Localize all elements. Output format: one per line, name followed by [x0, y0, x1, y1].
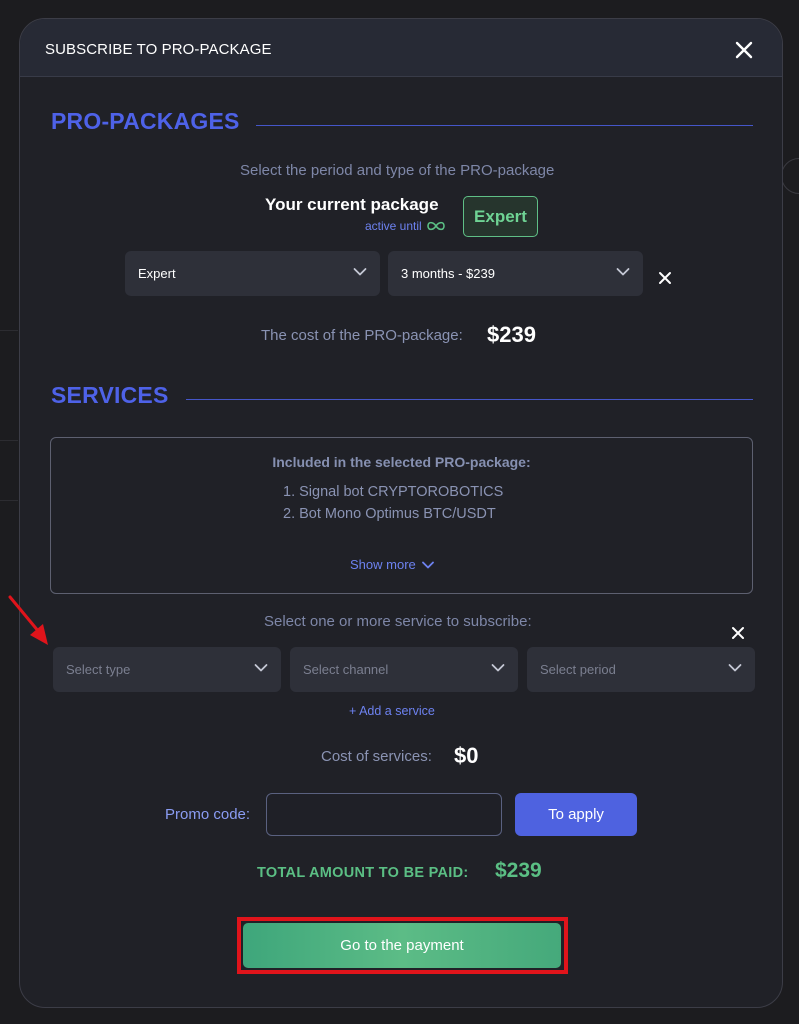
chevron-down-icon — [616, 268, 630, 276]
show-more-link[interactable]: Show more — [350, 557, 434, 572]
promo-code-input[interactable] — [266, 793, 502, 836]
services-heading: SERVICES — [51, 382, 169, 408]
active-until-label: active until — [365, 219, 422, 233]
background-divider — [0, 330, 18, 331]
chevron-down-icon — [353, 268, 367, 276]
included-services-box: Included in the selected PRO-package: 1.… — [50, 437, 753, 594]
show-more-label: Show more — [350, 557, 416, 572]
add-service-link[interactable]: + Add a service — [349, 704, 435, 718]
promo-code-label: Promo code: — [165, 806, 251, 823]
service-type-select[interactable]: Select type — [53, 647, 281, 692]
package-type-value: Expert — [138, 266, 176, 281]
service-period-select[interactable]: Select period — [527, 647, 755, 692]
select-services-prompt: Select one or more service to subscribe: — [264, 613, 532, 630]
included-title: Included in the selected PRO-package: — [272, 454, 531, 470]
package-cost-value: $239 — [487, 322, 536, 347]
services-cost-label: Cost of services: — [321, 748, 432, 765]
current-package-label: Your current package — [265, 195, 439, 214]
included-item: 1. Signal bot CRYPTOROBOTICS — [283, 484, 504, 500]
services-cost-value: $0 — [454, 743, 479, 768]
package-period-value: 3 months - $239 — [401, 266, 495, 281]
section-divider — [256, 125, 753, 126]
clear-package-icon[interactable] — [658, 271, 672, 285]
service-period-placeholder: Select period — [540, 662, 616, 677]
chevron-down-icon — [728, 664, 742, 672]
arrow-icon — [8, 595, 48, 645]
included-item: 2. Bot Mono Optimus BTC/USDT — [283, 506, 496, 522]
clear-service-icon[interactable] — [731, 626, 745, 640]
background-divider — [0, 440, 18, 441]
infinity-icon — [426, 221, 445, 231]
total-amount-value: $239 — [495, 859, 542, 882]
modal-title: SUBSCRIBE TO PRO-PACKAGE — [45, 41, 272, 58]
service-type-placeholder: Select type — [66, 662, 131, 677]
chevron-down-icon — [491, 664, 505, 672]
go-to-payment-button[interactable]: Go to the payment — [243, 923, 561, 968]
package-cost-label: The cost of the PRO-package: — [261, 327, 463, 344]
apply-promo-button[interactable]: To apply — [515, 793, 637, 836]
chevron-down-icon — [421, 561, 434, 568]
background-circle — [781, 158, 799, 194]
background-divider — [0, 500, 18, 501]
service-channel-placeholder: Select channel — [303, 662, 389, 677]
section-divider — [186, 399, 753, 400]
package-type-select[interactable]: Expert — [125, 251, 380, 296]
pro-packages-heading: PRO-PACKAGES — [51, 108, 240, 134]
active-until: active until — [365, 219, 446, 233]
package-period-select[interactable]: 3 months - $239 — [388, 251, 643, 296]
chevron-down-icon — [254, 664, 268, 672]
service-channel-select[interactable]: Select channel — [290, 647, 518, 692]
close-icon[interactable] — [734, 40, 754, 60]
pro-packages-subtitle: Select the period and type of the PRO-pa… — [240, 162, 555, 179]
modal-header: SUBSCRIBE TO PRO-PACKAGE — [20, 19, 782, 77]
current-package-badge: Expert — [463, 196, 538, 237]
subscribe-modal: SUBSCRIBE TO PRO-PACKAGE PRO-PACKAGES Se… — [19, 18, 783, 1008]
total-amount-label: TOTAL AMOUNT TO BE PAID: — [257, 865, 469, 881]
